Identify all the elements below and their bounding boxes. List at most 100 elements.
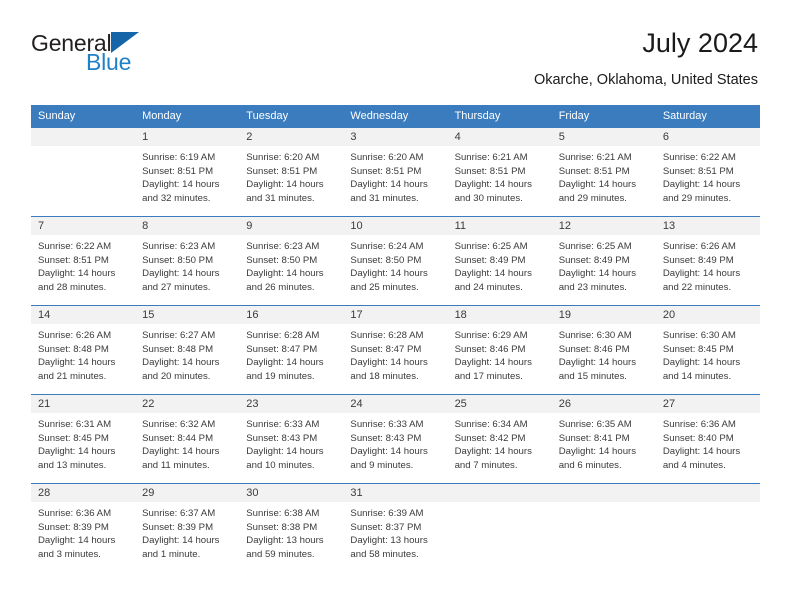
calendar-day-cell[interactable]: 10 Sunrise: 6:24 AM Sunset: 8:50 PM Dayligh… bbox=[343, 216, 448, 306]
day-cell-inner bbox=[31, 128, 136, 214]
info-line-daylight-line2: and 4 minutes. bbox=[662, 459, 726, 471]
calendar-day-cell[interactable]: 13 Sunrise: 6:26 AM Sunset: 8:49 PM Dayligh… bbox=[655, 216, 760, 306]
calendar-day-cell[interactable]: 6 Sunrise: 6:22 AM Sunset: 8:51 PM Daylight… bbox=[655, 127, 760, 217]
day-number: 4 bbox=[447, 128, 552, 146]
calendar-day-cell[interactable]: 21 Sunrise: 6:31 AM Sunset: 8:45 PM Dayligh… bbox=[31, 394, 136, 484]
calendar-day-cell[interactable]: 22 Sunrise: 6:32 AM Sunset: 8:44 PM Dayligh… bbox=[135, 394, 240, 484]
calendar-day-cell[interactable]: 26 Sunrise: 6:35 AM Sunset: 8:41 PM Dayligh… bbox=[551, 394, 656, 484]
info-line-daylight-line1: Daylight: 13 hours bbox=[246, 535, 324, 547]
calendar-day-cell[interactable]: 23 Sunrise: 6:33 AM Sunset: 8:43 PM Dayligh… bbox=[239, 394, 344, 484]
info-line-daylight-line1: Daylight: 14 hours bbox=[246, 446, 324, 458]
info-line-sunrise: Sunrise: 6:37 AM bbox=[142, 508, 216, 519]
calendar-day-cell[interactable]: 18 Sunrise: 6:29 AM Sunset: 8:46 PM Dayligh… bbox=[447, 305, 552, 395]
day-cell-inner: 29 Sunrise: 6:37 AM Sunset: 8:39 PM Dayligh… bbox=[135, 484, 240, 570]
day-cell-inner: 15 Sunrise: 6:27 AM Sunset: 8:48 PM Dayligh… bbox=[135, 306, 240, 392]
day-sun-info: Sunrise: 6:30 AM Sunset: 8:46 PM Daylight:… bbox=[552, 324, 656, 383]
calendar-day-cell[interactable]: 28 Sunrise: 6:36 AM Sunset: 8:39 PM Dayligh… bbox=[31, 483, 136, 570]
info-line-daylight-line2: and 23 minutes. bbox=[558, 281, 627, 293]
info-line-daylight-line2: and 59 minutes. bbox=[246, 548, 315, 560]
calendar-body: 1 Sunrise: 6:19 AM Sunset: 8:51 PM Daylight… bbox=[31, 127, 760, 570]
info-line-daylight-line1: Daylight: 14 hours bbox=[246, 179, 324, 191]
info-line-sunrise: Sunrise: 6:23 AM bbox=[142, 241, 216, 252]
info-line-sunset: Sunset: 8:49 PM bbox=[454, 254, 526, 266]
day-sun-info bbox=[31, 146, 135, 151]
info-line-sunrise: Sunrise: 6:34 AM bbox=[454, 419, 528, 430]
day-cell-inner: 9 Sunrise: 6:23 AM Sunset: 8:50 PM Daylight… bbox=[239, 217, 344, 303]
info-line-daylight-line2: and 14 minutes. bbox=[662, 370, 732, 382]
info-line-daylight-line1: Daylight: 14 hours bbox=[350, 179, 428, 191]
info-line-sunset: Sunset: 8:40 PM bbox=[662, 432, 734, 444]
day-number: 20 bbox=[655, 306, 760, 324]
calendar-day-cell[interactable]: 24 Sunrise: 6:33 AM Sunset: 8:43 PM Dayligh… bbox=[343, 394, 448, 484]
calendar-day-cell[interactable]: 12 Sunrise: 6:25 AM Sunset: 8:49 PM Dayligh… bbox=[551, 216, 656, 306]
calendar-cell-empty bbox=[551, 483, 656, 570]
day-sun-info: Sunrise: 6:22 AM Sunset: 8:51 PM Daylight:… bbox=[656, 146, 760, 205]
calendar-day-cell[interactable]: 25 Sunrise: 6:34 AM Sunset: 8:42 PM Dayligh… bbox=[447, 394, 552, 484]
sunrise-sunset-calendar: Sunday Monday Tuesday Wednesday Thursday Frid… bbox=[31, 105, 760, 570]
day-cell-inner: 21 Sunrise: 6:31 AM Sunset: 8:45 PM Dayligh… bbox=[31, 395, 136, 481]
day-cell-inner: 27 Sunrise: 6:36 AM Sunset: 8:40 PM Dayligh… bbox=[655, 395, 760, 481]
day-cell-inner: 19 Sunrise: 6:30 AM Sunset: 8:46 PM Dayligh… bbox=[551, 306, 656, 392]
info-line-sunrise: Sunrise: 6:22 AM bbox=[38, 241, 112, 252]
day-cell-inner: 25 Sunrise: 6:34 AM Sunset: 8:42 PM Dayligh… bbox=[447, 395, 552, 481]
calendar-day-cell[interactable]: 11 Sunrise: 6:25 AM Sunset: 8:49 PM Dayligh… bbox=[447, 216, 552, 306]
general-blue-logo[interactable]: General Blue bbox=[31, 32, 231, 82]
day-number: 5 bbox=[551, 128, 656, 146]
info-line-sunrise: Sunrise: 6:33 AM bbox=[246, 419, 320, 430]
day-sun-info: Sunrise: 6:26 AM Sunset: 8:49 PM Daylight:… bbox=[656, 235, 760, 294]
calendar-day-cell[interactable]: 30 Sunrise: 6:38 AM Sunset: 8:38 PM Dayligh… bbox=[239, 483, 344, 570]
calendar-day-cell[interactable]: 9 Sunrise: 6:23 AM Sunset: 8:50 PM Daylight… bbox=[239, 216, 344, 306]
info-line-daylight-line1: Daylight: 14 hours bbox=[558, 357, 637, 369]
day-number: 7 bbox=[31, 217, 136, 235]
info-line-sunset: Sunset: 8:48 PM bbox=[38, 343, 109, 355]
calendar-day-cell[interactable]: 1 Sunrise: 6:19 AM Sunset: 8:51 PM Daylight… bbox=[135, 127, 240, 217]
info-line-sunrise: Sunrise: 6:33 AM bbox=[350, 419, 424, 430]
calendar-week-row: 21 Sunrise: 6:31 AM Sunset: 8:45 PM Dayligh… bbox=[31, 394, 760, 484]
calendar-day-cell[interactable]: 20 Sunrise: 6:30 AM Sunset: 8:45 PM Dayligh… bbox=[655, 305, 760, 395]
day-cell-inner: 17 Sunrise: 6:28 AM Sunset: 8:47 PM Dayligh… bbox=[343, 306, 448, 392]
day-sun-info: Sunrise: 6:19 AM Sunset: 8:51 PM Daylight:… bbox=[135, 146, 239, 205]
info-line-daylight-line2: and 22 minutes. bbox=[662, 281, 732, 293]
info-line-sunset: Sunset: 8:43 PM bbox=[246, 432, 318, 444]
info-line-daylight-line2: and 17 minutes. bbox=[454, 370, 523, 382]
calendar-day-cell[interactable]: 3 Sunrise: 6:20 AM Sunset: 8:51 PM Daylight… bbox=[343, 127, 448, 217]
calendar-day-cell[interactable]: 16 Sunrise: 6:28 AM Sunset: 8:47 PM Dayligh… bbox=[239, 305, 344, 395]
info-line-sunrise: Sunrise: 6:31 AM bbox=[38, 419, 112, 430]
day-number: 3 bbox=[343, 128, 448, 146]
day-sun-info: Sunrise: 6:28 AM Sunset: 8:47 PM Daylight:… bbox=[343, 324, 447, 383]
info-line-daylight-line1: Daylight: 14 hours bbox=[38, 357, 116, 369]
info-line-daylight-line2: and 31 minutes. bbox=[246, 192, 315, 204]
calendar-day-cell[interactable]: 2 Sunrise: 6:20 AM Sunset: 8:51 PM Daylight… bbox=[239, 127, 344, 217]
info-line-daylight-line1: Daylight: 14 hours bbox=[454, 357, 532, 369]
calendar-day-cell[interactable]: 17 Sunrise: 6:28 AM Sunset: 8:47 PM Dayligh… bbox=[343, 305, 448, 395]
calendar-day-cell[interactable]: 5 Sunrise: 6:21 AM Sunset: 8:51 PM Daylight… bbox=[551, 127, 656, 217]
day-sun-info: Sunrise: 6:22 AM Sunset: 8:51 PM Daylight:… bbox=[31, 235, 135, 294]
calendar-day-cell[interactable]: 15 Sunrise: 6:27 AM Sunset: 8:48 PM Dayligh… bbox=[135, 305, 240, 395]
day-number: 17 bbox=[343, 306, 448, 324]
day-number: 23 bbox=[239, 395, 344, 413]
info-line-sunrise: Sunrise: 6:21 AM bbox=[454, 152, 528, 163]
day-number bbox=[551, 484, 656, 502]
calendar-day-cell[interactable]: 4 Sunrise: 6:21 AM Sunset: 8:51 PM Daylight… bbox=[447, 127, 552, 217]
calendar-week-row: 14 Sunrise: 6:26 AM Sunset: 8:48 PM Dayligh… bbox=[31, 305, 760, 395]
calendar-day-cell[interactable]: 27 Sunrise: 6:36 AM Sunset: 8:40 PM Dayligh… bbox=[655, 394, 760, 484]
calendar-day-cell[interactable]: 19 Sunrise: 6:30 AM Sunset: 8:46 PM Dayligh… bbox=[551, 305, 656, 395]
calendar-day-cell[interactable]: 7 Sunrise: 6:22 AM Sunset: 8:51 PM Daylight… bbox=[31, 216, 136, 306]
day-number: 24 bbox=[343, 395, 448, 413]
day-sun-info: Sunrise: 6:33 AM Sunset: 8:43 PM Daylight:… bbox=[343, 413, 447, 472]
day-cell-inner: 28 Sunrise: 6:36 AM Sunset: 8:39 PM Dayligh… bbox=[31, 484, 136, 570]
day-number: 19 bbox=[551, 306, 656, 324]
info-line-daylight-line2: and 18 minutes. bbox=[350, 370, 419, 382]
info-line-daylight-line1: Daylight: 14 hours bbox=[350, 268, 428, 280]
calendar-day-cell[interactable]: 14 Sunrise: 6:26 AM Sunset: 8:48 PM Dayligh… bbox=[31, 305, 136, 395]
day-sun-info: Sunrise: 6:27 AM Sunset: 8:48 PM Daylight:… bbox=[135, 324, 239, 383]
calendar-day-cell[interactable]: 29 Sunrise: 6:37 AM Sunset: 8:39 PM Dayligh… bbox=[135, 483, 240, 570]
calendar-day-cell[interactable]: 31 Sunrise: 6:39 AM Sunset: 8:37 PM Dayligh… bbox=[343, 483, 448, 570]
info-line-daylight-line1: Daylight: 14 hours bbox=[454, 179, 532, 191]
day-number: 26 bbox=[551, 395, 656, 413]
day-sun-info: Sunrise: 6:24 AM Sunset: 8:50 PM Daylight:… bbox=[343, 235, 447, 294]
day-sun-info: Sunrise: 6:36 AM Sunset: 8:40 PM Daylight:… bbox=[656, 413, 760, 472]
day-sun-info: Sunrise: 6:39 AM Sunset: 8:37 PM Daylight:… bbox=[343, 502, 447, 561]
calendar-day-cell[interactable]: 8 Sunrise: 6:23 AM Sunset: 8:50 PM Daylight… bbox=[135, 216, 240, 306]
day-sun-info: Sunrise: 6:20 AM Sunset: 8:51 PM Daylight:… bbox=[343, 146, 447, 205]
